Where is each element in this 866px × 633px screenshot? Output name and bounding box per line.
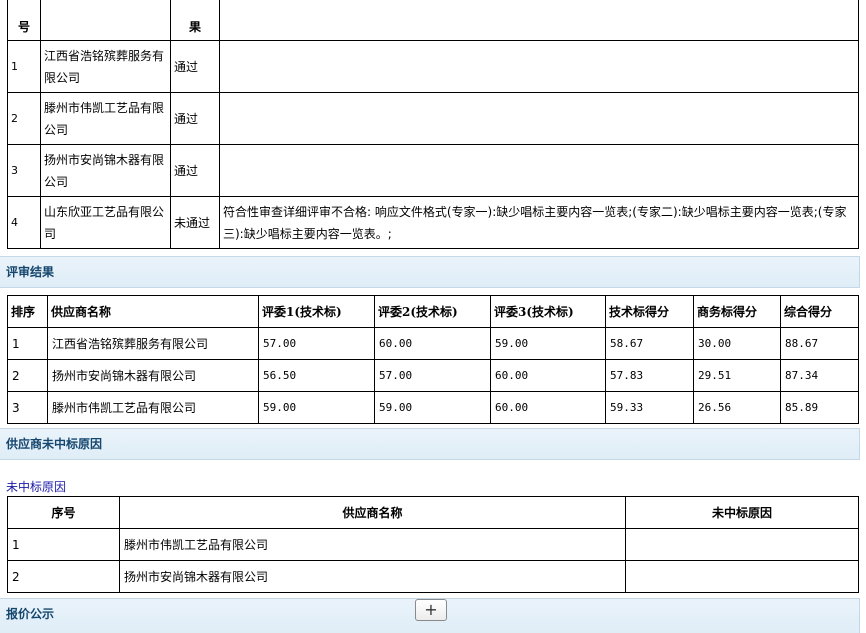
company-name: 山东欣亚工艺品有限公司: [40, 196, 171, 249]
review-header-result: 果: [170, 0, 220, 41]
review-result: 通过: [170, 144, 220, 197]
score-table-header: 排序 供应商名称 评委1(技术标) 评委2(技术标) 评委3(技术标) 技术标得…: [7, 295, 859, 328]
total-score-cell: 87.34: [780, 359, 859, 392]
table-row: 1 江西省浩铭殡葬服务有限公司 57.00 60.00 59.00 58.67 …: [7, 327, 859, 360]
rank-cell: 3: [7, 391, 48, 424]
score-header-total: 综合得分: [780, 295, 859, 328]
business-score-cell: 30.00: [693, 327, 781, 360]
tech-score-cell: 59.33: [605, 391, 694, 424]
business-score-cell: 29.51: [693, 359, 781, 392]
review-detail: [219, 40, 859, 93]
judge2-cell: 60.00: [374, 327, 491, 360]
table-row: 1 江西省浩铭殡葬服务有限公司 通过: [7, 40, 859, 93]
score-table: 排序 供应商名称 评委1(技术标) 评委2(技术标) 评委3(技术标) 技术标得…: [7, 295, 859, 424]
judge3-cell: 59.00: [490, 327, 606, 360]
reason-header-number: 序号: [7, 496, 120, 529]
fail-reason-label: 未中标原因: [6, 480, 67, 494]
judge1-cell: 56.50: [258, 359, 375, 392]
expand-button[interactable]: +: [415, 599, 447, 621]
judge2-cell: 59.00: [374, 391, 491, 424]
supplier-cell: 扬州市安尚锦木器有限公司: [119, 560, 626, 593]
reason-table-header: 序号 供应商名称 未中标原因: [7, 496, 859, 529]
review-header-company: [40, 0, 171, 41]
row-index: 2: [7, 92, 41, 145]
review-detail: 符合性审查详细评审不合格: 响应文件格式(专家一):缺少唱标主要内容一览表;(专…: [219, 196, 859, 249]
total-score-cell: 88.67: [780, 327, 859, 360]
company-name: 扬州市安尚锦木器有限公司: [40, 144, 171, 197]
score-header-judge2: 评委2(技术标): [374, 295, 491, 328]
judge1-cell: 59.00: [258, 391, 375, 424]
table-row: 3 扬州市安尚锦木器有限公司 通过: [7, 144, 859, 197]
supplier-cell: 滕州市伟凯工艺品有限公司: [119, 528, 626, 561]
company-name: 滕州市伟凯工艺品有限公司: [40, 92, 171, 145]
total-score-cell: 85.89: [780, 391, 859, 424]
reason-cell: [625, 528, 859, 561]
review-detail: [219, 144, 859, 197]
judge3-cell: 60.00: [490, 391, 606, 424]
table-row: 4 山东欣亚工艺品有限公司 未通过 符合性审查详细评审不合格: 响应文件格式(专…: [7, 196, 859, 249]
section-fail-reasons[interactable]: 供应商未中标原因: [0, 428, 860, 460]
review-result: 通过: [170, 92, 220, 145]
score-header-supplier: 供应商名称: [47, 295, 259, 328]
company-name: 江西省浩铭殡葬服务有限公司: [40, 40, 171, 93]
table-row: 1 滕州市伟凯工艺品有限公司: [7, 528, 859, 561]
score-header-rank: 排序: [7, 295, 48, 328]
judge1-cell: 57.00: [258, 327, 375, 360]
table-row: 2 扬州市安尚锦木器有限公司: [7, 560, 859, 593]
reason-header-supplier: 供应商名称: [119, 496, 626, 529]
reason-header-reason: 未中标原因: [625, 496, 859, 529]
rank-cell: 2: [7, 359, 48, 392]
row-index: 2: [7, 560, 120, 593]
review-table: 号 果 1 江西省浩铭殡葬服务有限公司 通过 2 滕州市伟凯工艺品有限公司 通过…: [7, 0, 859, 249]
row-index: 3: [7, 144, 41, 197]
judge2-cell: 57.00: [374, 359, 491, 392]
row-index: 1: [7, 528, 120, 561]
review-result: 未通过: [170, 196, 220, 249]
supplier-cell: 江西省浩铭殡葬服务有限公司: [47, 327, 259, 360]
review-detail: [219, 92, 859, 145]
supplier-cell: 滕州市伟凯工艺品有限公司: [47, 391, 259, 424]
review-header-detail: [219, 0, 859, 41]
section-eval-results[interactable]: 评审结果: [0, 256, 860, 288]
business-score-cell: 26.56: [693, 391, 781, 424]
score-header-business: 商务标得分: [693, 295, 781, 328]
score-header-judge3: 评委3(技术标): [490, 295, 606, 328]
reason-cell: [625, 560, 859, 593]
table-row: 2 扬州市安尚锦木器有限公司 56.50 57.00 60.00 57.83 2…: [7, 359, 859, 392]
judge3-cell: 60.00: [490, 359, 606, 392]
rank-cell: 1: [7, 327, 48, 360]
review-result: 通过: [170, 40, 220, 93]
supplier-cell: 扬州市安尚锦木器有限公司: [47, 359, 259, 392]
review-table-header: 号 果: [7, 0, 859, 41]
review-header-number: 号: [7, 0, 41, 41]
reason-table: 序号 供应商名称 未中标原因 1 滕州市伟凯工艺品有限公司 2 扬州市安尚锦木器…: [7, 496, 859, 593]
tech-score-cell: 57.83: [605, 359, 694, 392]
score-header-judge1: 评委1(技术标): [258, 295, 375, 328]
table-row: 3 滕州市伟凯工艺品有限公司 59.00 59.00 60.00 59.33 2…: [7, 391, 859, 424]
tech-score-cell: 58.67: [605, 327, 694, 360]
row-index: 1: [7, 40, 41, 93]
row-index: 4: [7, 196, 41, 249]
score-header-tech: 技术标得分: [605, 295, 694, 328]
table-row: 2 滕州市伟凯工艺品有限公司 通过: [7, 92, 859, 145]
